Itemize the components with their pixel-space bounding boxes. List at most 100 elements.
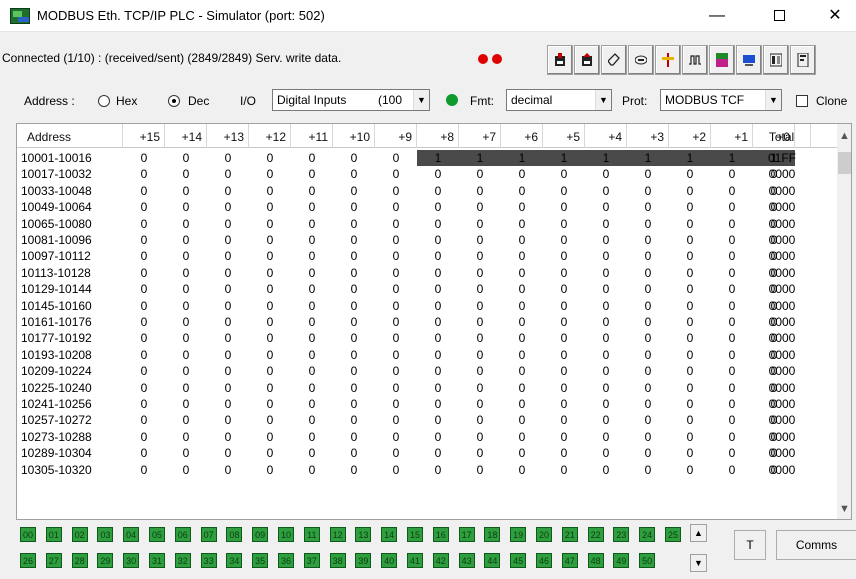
bit-cell[interactable]: 0 (501, 462, 543, 478)
bit-cell[interactable]: 0 (165, 347, 207, 363)
coil-button[interactable]: 04 (123, 527, 140, 542)
bit-cell[interactable]: 0 (291, 232, 333, 248)
bit-cell[interactable]: 0 (291, 166, 333, 182)
coil-button[interactable]: 30 (123, 553, 140, 568)
bit-cell[interactable]: 0 (375, 347, 417, 363)
bit-cell[interactable]: 0 (249, 298, 291, 314)
bit-cell[interactable]: 0 (669, 183, 711, 199)
bit-cell[interactable]: 0 (543, 166, 585, 182)
bit-cell[interactable]: 0 (291, 462, 333, 478)
bit-cell[interactable]: 0 (375, 412, 417, 428)
bit-cell[interactable]: 0 (669, 281, 711, 297)
bit-cell[interactable]: 0 (291, 314, 333, 330)
bit-cell[interactable]: 0 (207, 166, 249, 182)
bit-cell[interactable]: 0 (585, 363, 627, 379)
bit-cell[interactable]: 0 (585, 462, 627, 478)
bit-cell[interactable]: 0 (417, 380, 459, 396)
bit-cell[interactable]: 0 (165, 396, 207, 412)
bit-cell[interactable]: 0 (417, 248, 459, 264)
bit-cell[interactable]: 0 (207, 396, 249, 412)
bit-cell[interactable]: 0 (417, 429, 459, 445)
bit-cell[interactable]: 0 (627, 412, 669, 428)
bit-cell[interactable]: 0 (417, 281, 459, 297)
bit-cell[interactable]: 0 (375, 183, 417, 199)
dec-radio[interactable] (168, 95, 180, 107)
data-grid[interactable]: Address +15 +14 +13 +12 +11 +10 +9 +8 +7 +6 +5 +4 +3 +… (16, 123, 852, 520)
bit-cell[interactable]: 0 (669, 199, 711, 215)
bit-cell[interactable]: 0 (711, 281, 753, 297)
bit-cell[interactable]: 0 (585, 347, 627, 363)
bit-cell[interactable]: 0 (501, 412, 543, 428)
coil-button[interactable]: 00 (20, 527, 36, 542)
coil-button[interactable]: 48 (587, 553, 604, 568)
bit-cell[interactable]: 0 (711, 166, 753, 182)
bit-cell[interactable]: 0 (417, 330, 459, 346)
bit-cell[interactable]: 0 (291, 281, 333, 297)
bit-cell[interactable]: 0 (585, 216, 627, 232)
bit-cell[interactable]: 0 (417, 166, 459, 182)
coil-button[interactable]: 36 (278, 553, 294, 568)
bit-cell[interactable]: 0 (123, 429, 165, 445)
bit-cell[interactable]: 0 (123, 232, 165, 248)
bit-cell[interactable]: 0 (165, 232, 207, 248)
bit-cell[interactable]: 0 (459, 380, 501, 396)
scroll-up-icon[interactable]: ▲ (837, 128, 851, 144)
coil-button[interactable]: 35 (252, 553, 269, 568)
bit-cell[interactable]: 0 (165, 445, 207, 461)
coil-button[interactable]: 10 (278, 527, 294, 542)
bit-cell[interactable]: 0 (459, 248, 501, 264)
t-button[interactable]: T (734, 530, 766, 560)
bit-cell[interactable]: 0 (585, 232, 627, 248)
bit-cell[interactable]: 0 (123, 150, 165, 166)
bit-cell[interactable]: 0 (543, 232, 585, 248)
bit-cell[interactable]: 0 (501, 445, 543, 461)
bit-cell[interactable]: 0 (417, 347, 459, 363)
bit-cell[interactable]: 0 (333, 298, 375, 314)
bit-cell[interactable]: 0 (333, 166, 375, 182)
coil-button[interactable]: 07 (200, 527, 217, 542)
bit-cell[interactable]: 0 (417, 183, 459, 199)
bit-cell[interactable]: 0 (291, 298, 333, 314)
bit-cell[interactable]: 0 (459, 183, 501, 199)
coil-button[interactable]: 17 (458, 527, 475, 542)
bit-cell[interactable]: 0 (711, 298, 753, 314)
bit-cell[interactable]: 0 (669, 380, 711, 396)
bit-cell[interactable]: 0 (123, 199, 165, 215)
bit-cell[interactable]: 0 (669, 412, 711, 428)
title-bar[interactable]: MODBUS Eth. TCP/IP PLC - Simulator (port… (0, 0, 856, 32)
bit-cell[interactable]: 0 (165, 248, 207, 264)
bit-cell[interactable]: 0 (501, 281, 543, 297)
bit-cell[interactable]: 0 (249, 314, 291, 330)
bit-cell[interactable]: 0 (123, 216, 165, 232)
bit-cell[interactable]: 0 (627, 216, 669, 232)
bit-cell[interactable]: 0 (375, 232, 417, 248)
scroll-thumb[interactable] (838, 152, 851, 174)
bit-cell[interactable]: 0 (711, 265, 753, 281)
bit-cell[interactable]: 0 (165, 380, 207, 396)
bit-cell[interactable]: 0 (333, 412, 375, 428)
bit-cell[interactable]: 1 (543, 150, 585, 166)
bit-cell[interactable]: 0 (627, 347, 669, 363)
bit-cell[interactable]: 0 (291, 412, 333, 428)
bit-cell[interactable]: 0 (249, 199, 291, 215)
bit-cell[interactable]: 0 (123, 396, 165, 412)
coil-button[interactable]: 43 (458, 553, 475, 568)
bit-cell[interactable]: 0 (627, 330, 669, 346)
bit-cell[interactable]: 0 (501, 330, 543, 346)
coil-button[interactable]: 05 (149, 527, 165, 542)
bit-cell[interactable]: 0 (417, 396, 459, 412)
coil-button[interactable]: 44 (484, 553, 501, 568)
bit-cell[interactable]: 0 (291, 265, 333, 281)
coil-button[interactable]: 13 (355, 527, 372, 542)
bit-cell[interactable]: 0 (291, 445, 333, 461)
bit-cell[interactable]: 0 (669, 265, 711, 281)
coil-button[interactable]: 49 (613, 553, 630, 568)
bit-cell[interactable]: 0 (711, 248, 753, 264)
bit-cell[interactable]: 0 (291, 216, 333, 232)
bit-cell[interactable]: 0 (669, 166, 711, 182)
bit-cell[interactable]: 0 (543, 429, 585, 445)
bit-cell[interactable]: 0 (123, 166, 165, 182)
bit-cell[interactable]: 0 (123, 314, 165, 330)
bit-cell[interactable]: 0 (249, 183, 291, 199)
bit-cell[interactable]: 0 (417, 298, 459, 314)
